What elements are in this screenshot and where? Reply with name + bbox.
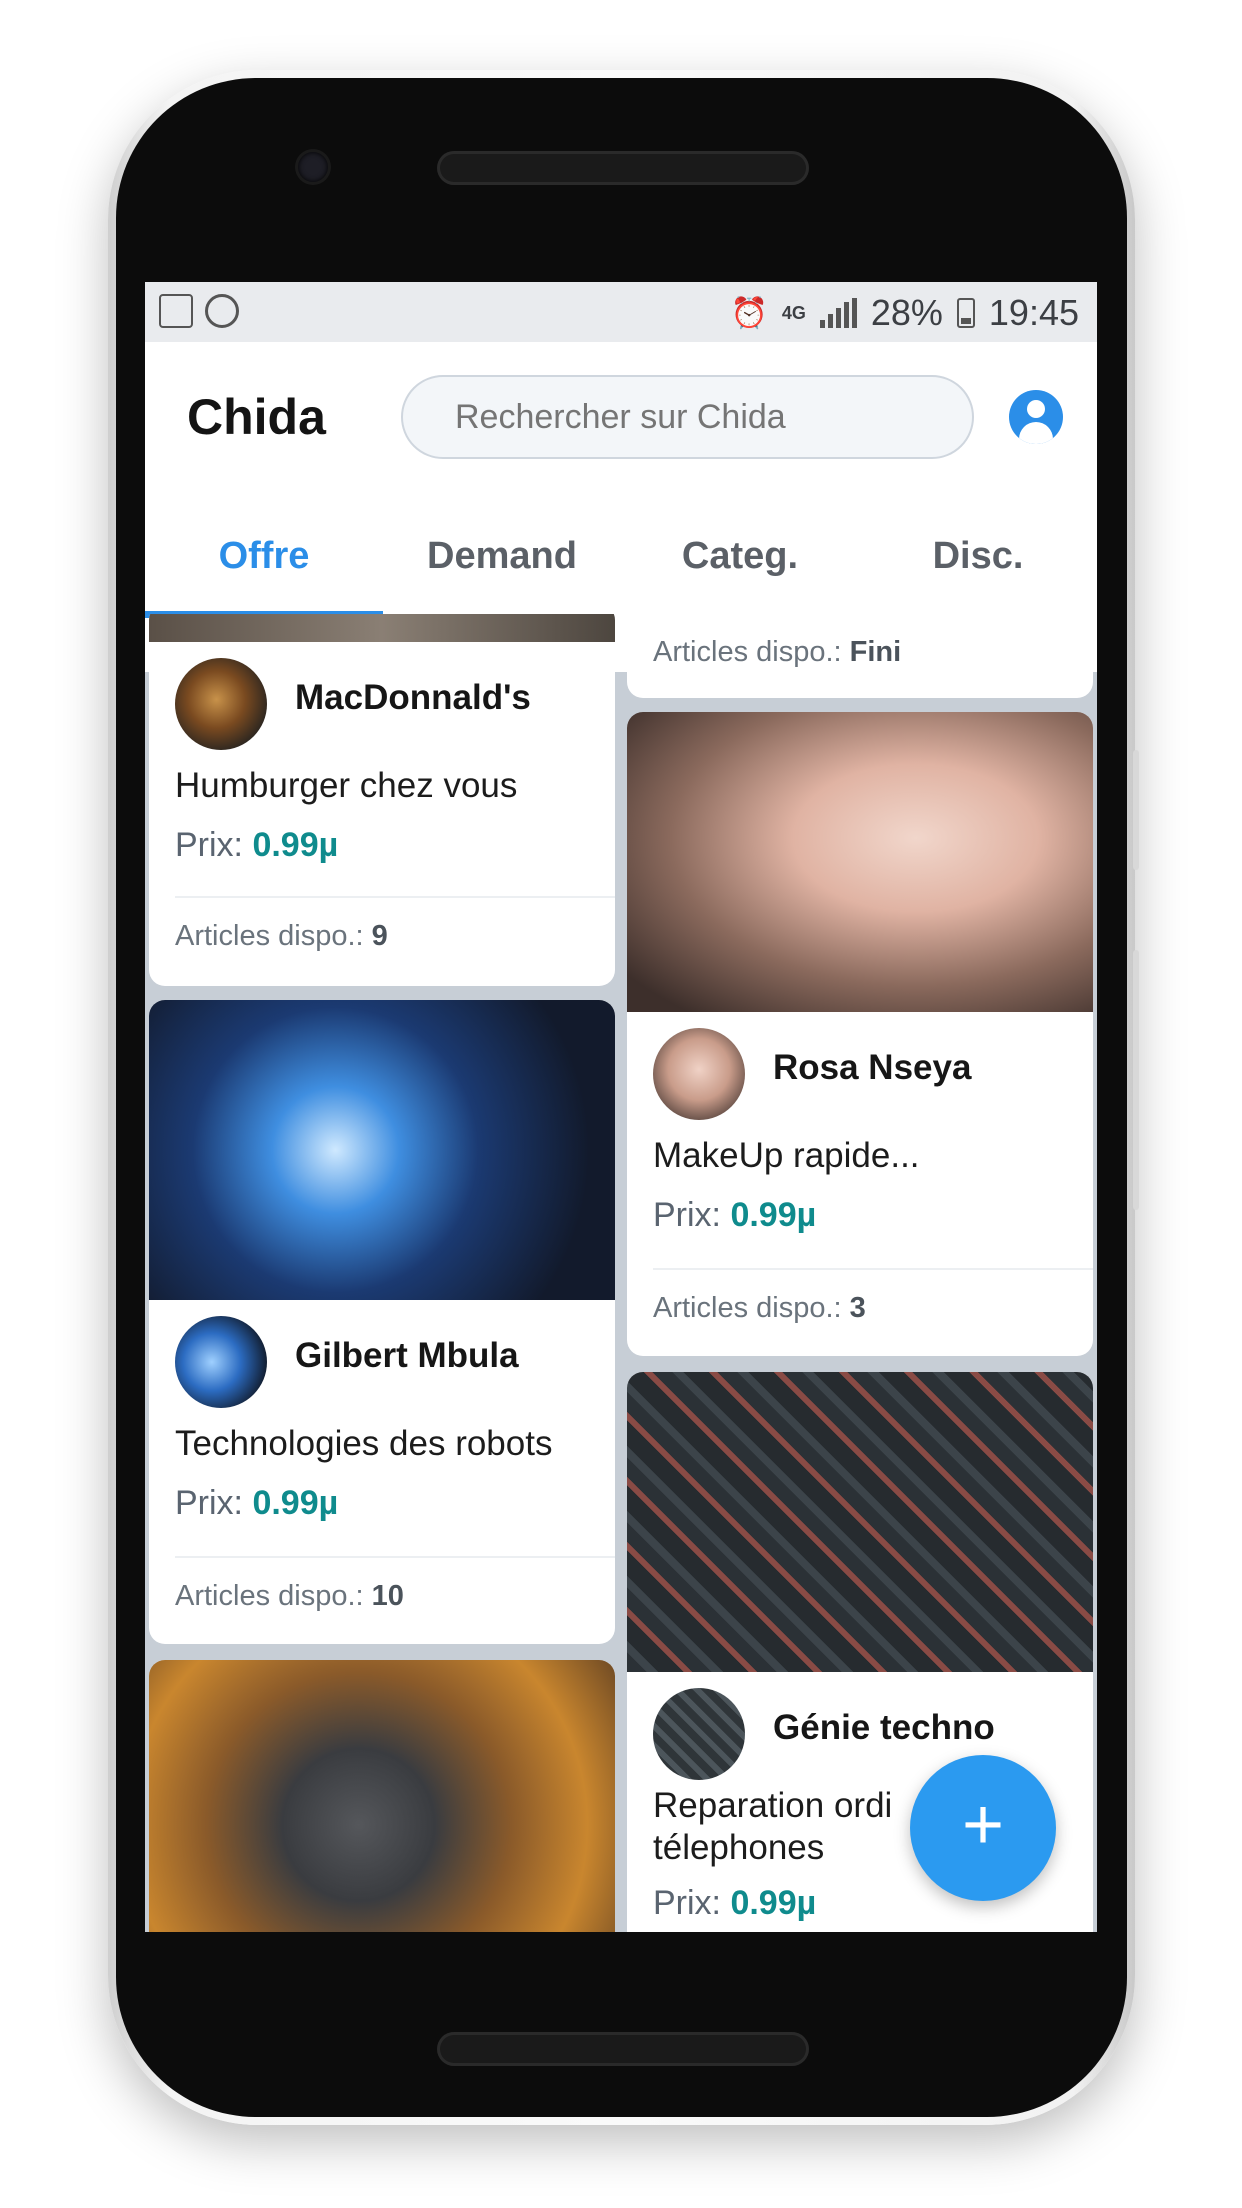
status-bar: ⏰ 4G 28% 19:45 bbox=[145, 282, 1097, 342]
divider bbox=[653, 1268, 1093, 1270]
plus-icon: + bbox=[961, 1785, 1005, 1865]
offer-title: MakeUp rapide... bbox=[653, 1136, 920, 1175]
offer-card[interactable]: MacDonnald's Humburger chez vous Prix: 0… bbox=[149, 614, 615, 986]
bottom-speaker bbox=[437, 2032, 809, 2066]
tab-categ[interactable]: Categ. bbox=[621, 504, 859, 614]
add-offer-button[interactable]: + bbox=[910, 1755, 1056, 1901]
price: Prix: 0.99µ bbox=[653, 1196, 817, 1234]
author-name: Génie techno bbox=[773, 1708, 995, 1747]
tab-bar: Offre Demand Categ. Disc. bbox=[145, 504, 1097, 618]
app-screen: ⏰ 4G 28% 19:45 Chida Offre Demand Categ.… bbox=[145, 282, 1097, 1932]
offer-title-line-2: télephones bbox=[653, 1828, 825, 1867]
status-time: 19:45 bbox=[988, 292, 1079, 333]
offer-image bbox=[149, 614, 615, 642]
offer-image bbox=[149, 1000, 615, 1300]
avatar bbox=[653, 1688, 745, 1780]
offer-image bbox=[627, 712, 1093, 1012]
divider bbox=[175, 1556, 615, 1558]
offer-card[interactable] bbox=[149, 1660, 615, 1932]
4g-icon: 4G bbox=[781, 302, 806, 323]
tab-disc[interactable]: Disc. bbox=[859, 504, 1097, 614]
offers-feed[interactable]: MacDonnald's Humburger chez vous Prix: 0… bbox=[145, 614, 1097, 1932]
offer-card[interactable]: Rosa Nseya MakeUp rapide... Prix: 0.99µ … bbox=[627, 712, 1093, 1356]
battery-percent: 28% bbox=[870, 292, 943, 333]
avatar bbox=[653, 1028, 745, 1120]
battery-icon bbox=[956, 298, 975, 328]
top-speaker bbox=[437, 151, 809, 185]
offer-image bbox=[627, 1372, 1093, 1672]
price: Prix: 0.99µ bbox=[175, 826, 339, 864]
volume-button bbox=[1133, 750, 1139, 870]
offer-card[interactable]: Articles dispo.: Fini bbox=[627, 614, 1093, 698]
price: Prix: 0.99µ bbox=[175, 1484, 339, 1522]
offer-image bbox=[149, 1660, 615, 1932]
signal-icon bbox=[819, 298, 857, 328]
alarm-icon: ⏰ bbox=[730, 296, 768, 330]
tab-demand[interactable]: Demand bbox=[383, 504, 621, 614]
offer-card[interactable]: Gilbert Mbula Technologies des robots Pr… bbox=[149, 1000, 615, 1644]
offer-title: Humburger chez vous bbox=[175, 766, 518, 805]
avatar bbox=[175, 658, 267, 750]
app-title: Chida bbox=[187, 389, 326, 445]
author-name: Gilbert Mbula bbox=[295, 1336, 519, 1375]
offer-title: Technologies des robots bbox=[175, 1424, 553, 1463]
tab-offre[interactable]: Offre bbox=[145, 504, 383, 618]
stock-count: Articles dispo.: Fini bbox=[653, 636, 902, 668]
stock-count: Articles dispo.: 3 bbox=[653, 1292, 866, 1324]
author-name: MacDonnald's bbox=[295, 678, 531, 717]
account-circle-icon[interactable] bbox=[1009, 390, 1063, 444]
stock-count: Articles dispo.: 9 bbox=[175, 920, 388, 952]
divider bbox=[175, 896, 615, 898]
author-name: Rosa Nseya bbox=[773, 1048, 972, 1087]
avatar bbox=[175, 1316, 267, 1408]
stock-count: Articles dispo.: 10 bbox=[175, 1580, 404, 1612]
search-input[interactable] bbox=[401, 375, 974, 459]
price: Prix: 0.99µ bbox=[653, 1884, 817, 1922]
news-app-icon bbox=[159, 294, 193, 328]
offer-title: Reparation ordi bbox=[653, 1786, 893, 1825]
front-camera bbox=[298, 152, 328, 182]
whatsapp-icon bbox=[205, 294, 239, 328]
power-button bbox=[1133, 950, 1139, 1210]
